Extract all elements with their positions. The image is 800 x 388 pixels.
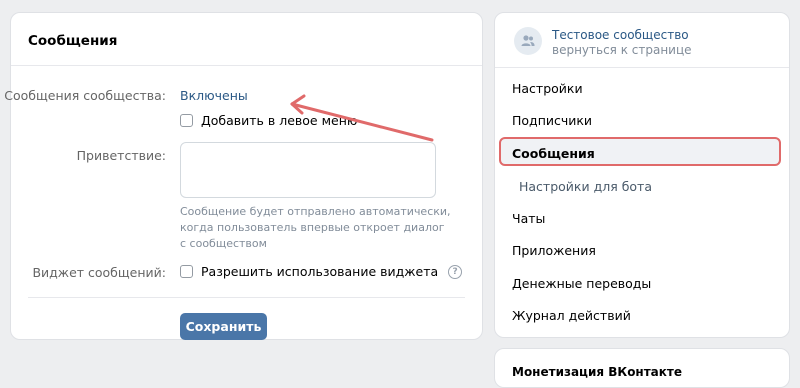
sidebar-item-action-log[interactable]: Журнал действий	[512, 308, 631, 323]
add-left-menu-label[interactable]: Добавить в левое меню	[201, 113, 357, 128]
hint-line: когда пользователь впервые откроет диало…	[180, 221, 445, 234]
messages-label: Сообщения сообщества:	[4, 88, 166, 103]
title-divider	[11, 65, 482, 66]
community-name-link[interactable]: Тестовое сообщество	[552, 28, 689, 42]
add-left-menu-option[interactable]: Добавить в левое меню	[180, 113, 357, 128]
hint-line: с сообществом	[180, 237, 267, 250]
form-divider	[28, 297, 465, 298]
monetization-title: Монетизация ВКонтакте	[512, 365, 683, 379]
sidebar-item-subscribers[interactable]: Подписчики	[512, 113, 592, 128]
back-to-page-link[interactable]: вернуться к странице	[552, 43, 692, 57]
sidebar-item-chats[interactable]: Чаты	[512, 211, 545, 226]
greeting-label: Приветствие:	[76, 148, 166, 163]
save-button[interactable]: Сохранить	[180, 313, 267, 340]
widget-checkbox-label[interactable]: Разрешить использование виджета	[201, 264, 438, 279]
sidebar-item-settings[interactable]: Настройки	[512, 81, 583, 96]
community-sidebar: Тестовое сообщество вернуться к странице…	[494, 12, 790, 338]
greeting-textarea[interactable]	[180, 142, 436, 198]
help-icon[interactable]: ?	[448, 264, 463, 279]
messages-status-link[interactable]: Включены	[180, 88, 248, 103]
widget-checkbox[interactable]	[180, 265, 193, 278]
add-left-menu-checkbox[interactable]	[180, 114, 193, 127]
sidebar-item-bot-settings[interactable]: Настройки для бота	[519, 179, 652, 194]
widget-label: Виджет сообщений:	[32, 265, 166, 280]
page-title: Сообщения	[28, 33, 118, 49]
sidebar-item-money-transfers[interactable]: Денежные переводы	[512, 276, 651, 291]
community-avatar[interactable]	[514, 27, 542, 55]
people-icon	[521, 35, 535, 46]
widget-option[interactable]: Разрешить использование виджета ?	[180, 264, 463, 279]
hint-line: Сообщение будет отправлено автоматически…	[180, 205, 451, 218]
sidebar-item-apps[interactable]: Приложения	[512, 243, 596, 258]
greeting-hint: Сообщение будет отправлено автоматически…	[180, 204, 451, 252]
sidebar-divider	[495, 67, 789, 68]
messages-settings-card: Сообщения Сообщения сообщества: Включены…	[4, 12, 483, 340]
sidebar-item-messages[interactable]: Сообщения	[512, 146, 595, 161]
monetization-card: Монетизация ВКонтакте	[494, 348, 790, 388]
